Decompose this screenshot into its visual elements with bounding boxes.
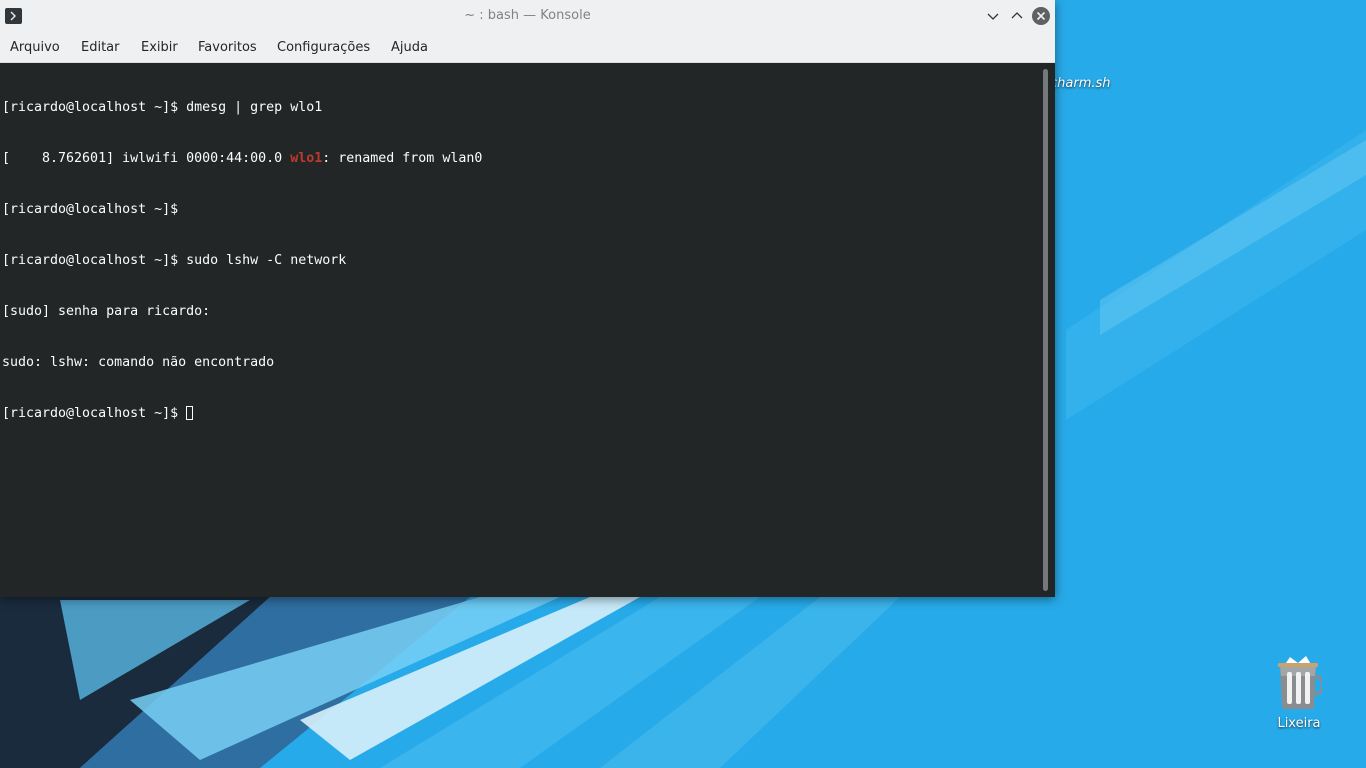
- maximize-button[interactable]: [1007, 6, 1027, 26]
- terminal-output: [ricardo@localhost ~]$ dmesg | grep wlo1…: [2, 65, 482, 456]
- terminal-prompt-line: [ricardo@localhost ~]$: [2, 405, 482, 422]
- scrollbar-thumb[interactable]: [1043, 69, 1048, 591]
- title-bar[interactable]: ~ : bash — Konsole: [0, 0, 1055, 32]
- highlighted-match: wlo1: [290, 151, 323, 166]
- desktop-file-label[interactable]: charm.sh: [1050, 76, 1111, 91]
- terminal-line: [ricardo@localhost ~]$: [2, 202, 187, 217]
- menu-ajuda[interactable]: Ajuda: [391, 40, 428, 55]
- text-cursor: [186, 406, 194, 420]
- trash-bin-icon: [1278, 656, 1322, 709]
- terminal-line: [ 8.762601] iwlwifi 0000:44:00.0 wlo1: r…: [2, 150, 482, 167]
- menu-editar[interactable]: Editar: [81, 40, 120, 55]
- window-title: ~ : bash — Konsole: [464, 8, 591, 23]
- menu-configuracoes[interactable]: Configurações: [277, 40, 370, 55]
- terminal-line: [ricardo@localhost ~]$ sudo lshw -C netw…: [2, 253, 347, 268]
- terminal-text-segment: : renamed from wlan0: [322, 151, 483, 166]
- chevron-down-icon: [987, 13, 999, 20]
- desktop: charm.sh Lixeira ~ : bash — Konsole Arqu…: [0, 0, 1366, 768]
- menu-bar: Arquivo Editar Exibir Favoritos Configur…: [0, 32, 1055, 63]
- close-button[interactable]: [1031, 6, 1051, 26]
- terminal-line: [ricardo@localhost ~]$ dmesg | grep wlo1: [2, 100, 323, 115]
- trash[interactable]: Lixeira: [1266, 652, 1332, 736]
- terminal-line: [sudo] senha para ricardo:: [2, 304, 219, 319]
- close-icon: [1032, 7, 1050, 25]
- terminal-scrollbar[interactable]: [1040, 63, 1055, 597]
- konsole-icon[interactable]: [5, 8, 22, 24]
- terminal-line: sudo: lshw: comando não encontrado: [2, 355, 275, 370]
- konsole-window[interactable]: ~ : bash — Konsole Arquivo Editar Exibir…: [0, 0, 1055, 597]
- chevron-up-icon: [1011, 12, 1023, 19]
- minimize-button[interactable]: [983, 6, 1003, 26]
- trash-label: Lixeira: [1277, 716, 1321, 731]
- menu-exibir[interactable]: Exibir: [141, 40, 178, 55]
- menu-favoritos[interactable]: Favoritos: [198, 40, 257, 55]
- terminal-prompt: [ricardo@localhost ~]$: [2, 406, 187, 421]
- terminal-area[interactable]: [ricardo@localhost ~]$ dmesg | grep wlo1…: [0, 63, 1040, 597]
- terminal-text-segment: [ 8.762601] iwlwifi 0000:44:00.0: [2, 151, 291, 166]
- menu-arquivo[interactable]: Arquivo: [10, 40, 60, 55]
